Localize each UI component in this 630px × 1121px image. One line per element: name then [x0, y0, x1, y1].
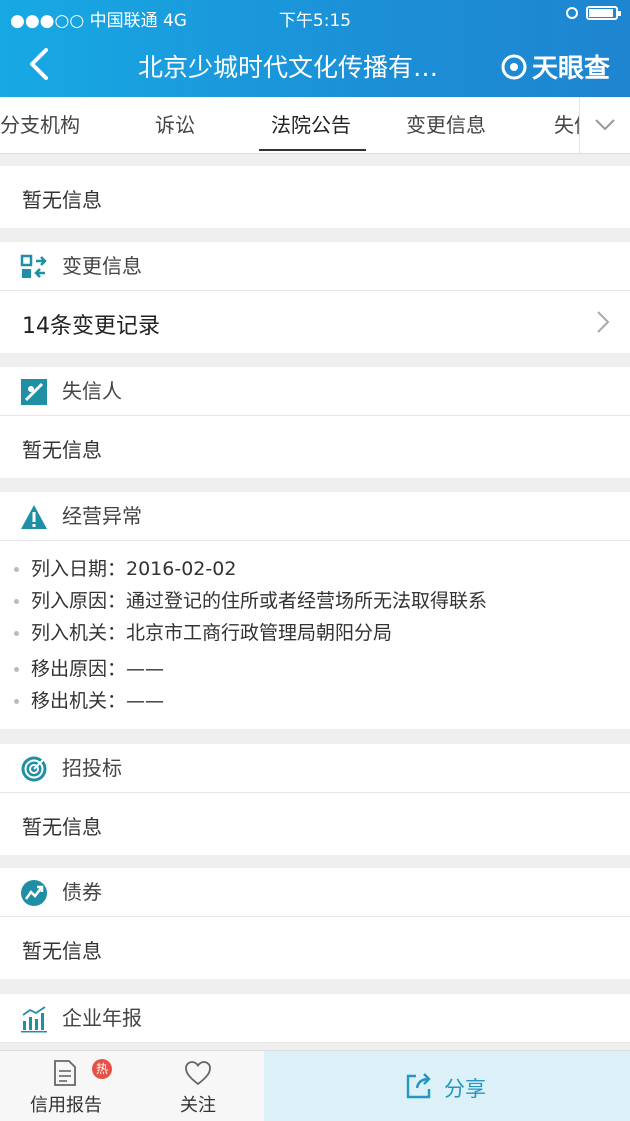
credit-report-label: 信用报告 — [30, 1095, 102, 1116]
section-bidding-title: 招投标 — [62, 756, 122, 780]
active-tab-indicator — [259, 149, 366, 151]
bonds-body: 暂无信息 — [0, 917, 630, 979]
abnormal-item: 列入机关：北京市工商行政管理局朝阳分局 — [14, 618, 392, 645]
logo-text: 天眼查 — [531, 54, 610, 84]
eye-logo-icon — [501, 54, 527, 79]
credit-report-button[interactable]: 热 信用报告 — [0, 1051, 132, 1121]
bar-chart-icon — [21, 1006, 47, 1033]
section-dishonest-header: 失信人 — [0, 367, 630, 416]
chevron-down-icon — [595, 119, 615, 131]
section-abnormal-header: 经营异常 — [0, 492, 630, 541]
status-bar: ●●●○○ 中国联通 4G 下午5:15 — [0, 0, 630, 32]
warning-icon — [21, 505, 47, 529]
target-icon — [21, 756, 47, 782]
abnormal-item: 移出原因：—— — [14, 654, 164, 681]
section-bidding-header: 招投标 — [0, 744, 630, 793]
bidding-empty-text: 暂无信息 — [22, 815, 102, 839]
abnormal-item: 移出机关：—— — [14, 686, 164, 713]
tab-branches[interactable]: 分支机构 — [0, 97, 80, 153]
tab-bar: 分支机构 诉讼 法院公告 变更信息 失信 — [0, 97, 630, 154]
top-section-body: 暂无信息 — [0, 166, 630, 228]
share-icon — [406, 1073, 431, 1099]
tab-litigation[interactable]: 诉讼 — [155, 97, 195, 153]
dishonest-body: 暂无信息 — [0, 416, 630, 478]
share-label: 分享 — [444, 1077, 486, 1101]
bidding-body: 暂无信息 — [0, 793, 630, 855]
status-right — [566, 6, 621, 20]
tab-court-notices[interactable]: 法院公告 — [271, 97, 351, 153]
section-bonds-header: 债券 — [0, 868, 630, 917]
page-title: 北京少城时代文化传播有… — [138, 53, 439, 82]
top-empty-text: 暂无信息 — [22, 188, 102, 212]
abnormal-item: 列入日期：2016-02-02 — [14, 554, 236, 581]
trend-up-icon — [21, 880, 47, 906]
change-records-row[interactable]: 14条变更记录 — [0, 291, 630, 353]
section-bonds-title: 债券 — [62, 880, 102, 904]
share-button[interactable]: 分享 — [264, 1051, 630, 1121]
tab-change-info[interactable]: 变更信息 — [406, 97, 486, 153]
abnormal-item: 列入原因：通过登记的住所或者经营场所无法取得联系 — [14, 586, 487, 613]
section-annual-header: 企业年报 — [0, 994, 630, 1043]
section-change-title: 变更信息 — [62, 254, 142, 278]
dishonest-person-icon — [21, 379, 47, 405]
battery-icon — [586, 6, 621, 20]
tab-more-button[interactable] — [579, 97, 630, 153]
bonds-empty-text: 暂无信息 — [22, 939, 102, 963]
bottom-tab-bar: 热 信用报告 关注 分享 — [0, 1050, 630, 1121]
abnormal-body: 列入日期：2016-02-02 列入原因：通过登记的住所或者经营场所无法取得联系… — [0, 541, 630, 729]
chevron-right-icon — [597, 311, 610, 333]
section-dishonest-title: 失信人 — [62, 379, 122, 403]
clock: 下午5:15 — [278, 11, 352, 31]
heart-icon — [185, 1061, 211, 1086]
change-swap-icon — [20, 254, 47, 278]
change-records-label: 14条变更记录 — [22, 314, 160, 339]
section-change-header: 变更信息 — [0, 242, 630, 291]
follow-label: 关注 — [180, 1095, 216, 1116]
back-arrow-icon[interactable] — [22, 44, 62, 84]
nav-bar: 北京少城时代文化传播有… 天眼查 — [0, 40, 630, 88]
section-abnormal-title: 经营异常 — [62, 504, 142, 528]
document-icon — [54, 1060, 76, 1086]
rotation-lock-icon — [566, 7, 578, 19]
dishonest-empty-text: 暂无信息 — [22, 438, 102, 462]
top-bar: ●●●○○ 中国联通 4G 下午5:15 北京少城时代文化传播有… 天眼查 — [0, 0, 630, 97]
hot-badge: 热 — [92, 1059, 112, 1079]
follow-button[interactable]: 关注 — [132, 1051, 264, 1121]
section-annual-title: 企业年报 — [62, 1006, 142, 1030]
app-logo[interactable]: 天眼查 — [500, 48, 610, 85]
